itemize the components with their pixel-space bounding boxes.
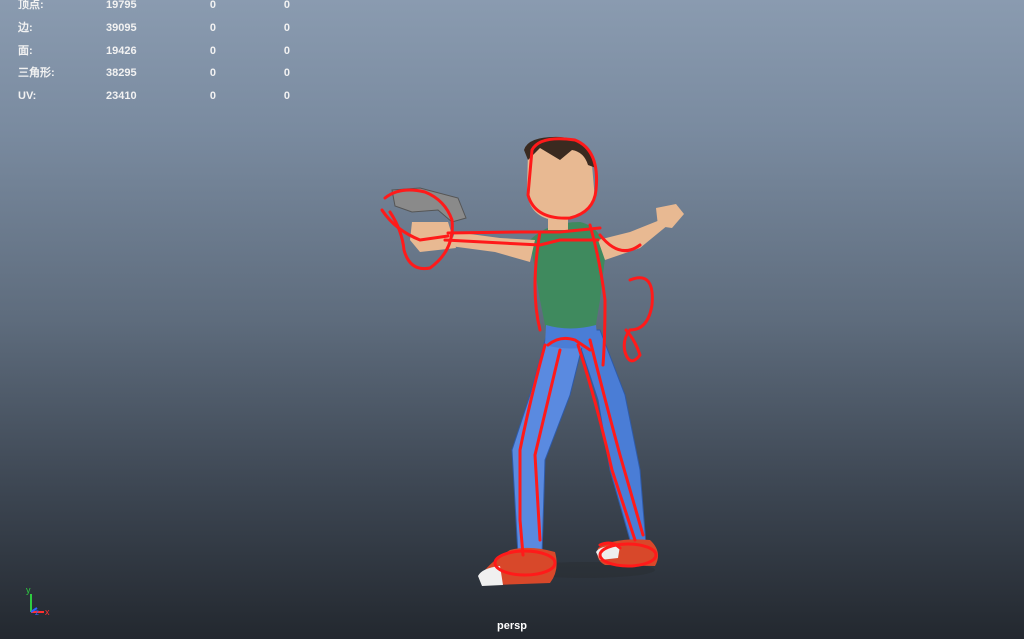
front-arm <box>450 232 535 262</box>
axis-gizmo: y x z <box>26 585 50 617</box>
axis-x-label: x <box>45 607 50 617</box>
axis-y-label: y <box>26 585 31 595</box>
character-model[interactable] <box>0 0 1024 639</box>
maya-viewport[interactable]: 顶点: 19795 0 0 边: 39095 0 0 面: 19426 0 0 … <box>0 0 1024 639</box>
back-arm <box>598 220 668 260</box>
camera-name-label: persp <box>497 620 527 632</box>
back-fist <box>656 204 684 228</box>
axis-z-label: z <box>35 608 39 617</box>
